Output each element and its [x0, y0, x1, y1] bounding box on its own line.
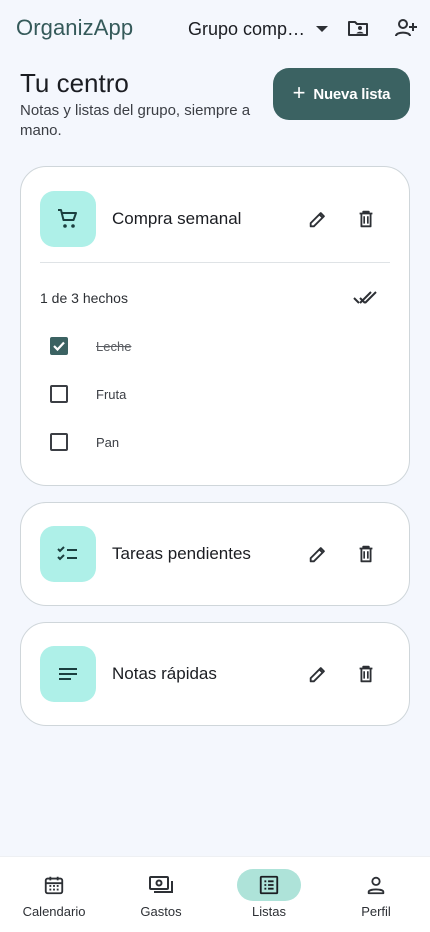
checklist-icon — [57, 546, 77, 561]
list-alt-icon — [259, 875, 279, 895]
new-list-button[interactable]: + Nueva lista — [273, 68, 410, 120]
delete-list-button[interactable] — [350, 658, 382, 690]
nav-item-listas[interactable]: Listas — [224, 857, 314, 932]
checkbox[interactable] — [50, 385, 68, 403]
top-app-bar: OrganizApp Grupo compartido — [0, 0, 430, 58]
list-title[interactable]: Notas rápidas — [112, 664, 217, 684]
trash-icon — [359, 210, 373, 228]
checkbox-checked[interactable] — [50, 337, 68, 355]
list-icon-tile — [40, 646, 96, 702]
trash-icon — [359, 665, 373, 683]
calendar-icon — [44, 876, 64, 895]
plus-icon: + — [292, 80, 306, 105]
edit-list-button[interactable] — [302, 658, 334, 690]
nav-pill — [129, 869, 193, 901]
edit-list-button[interactable] — [302, 538, 334, 570]
list-icon-tile — [40, 191, 96, 247]
nav-pill-active — [237, 869, 301, 901]
list-title[interactable]: Tareas pendientes — [112, 544, 251, 564]
nav-pill — [344, 869, 408, 901]
edit-list-button[interactable] — [302, 203, 334, 235]
list-card-tareas-pendientes[interactable]: Tareas pendientes — [20, 502, 410, 606]
progress-text: 1 de 3 hechos — [40, 290, 128, 306]
nav-label: Calendario — [22, 904, 86, 919]
checkbox[interactable] — [50, 433, 68, 451]
page-subtitle: Notas y listas del grupo, siempre a mano… — [20, 102, 251, 139]
new-list-label: Nueva lista — [313, 85, 391, 103]
group-selector[interactable]: Grupo compartido — [188, 16, 334, 42]
nav-item-calendario[interactable]: Calendario — [9, 857, 99, 932]
person-add-icon — [395, 19, 417, 37]
trash-icon — [359, 545, 373, 563]
app-brand: OrganizApp — [16, 15, 134, 40]
nav-pill — [22, 869, 86, 901]
payments-icon — [149, 876, 173, 893]
list-item-label: Fruta — [96, 386, 127, 402]
pencil-icon — [309, 667, 325, 683]
list-card-compra-semanal[interactable]: Compra semanal 1 de 3 hechos Leche Fruta… — [20, 166, 410, 486]
shopping-cart-icon — [58, 209, 77, 228]
check-icon — [53, 341, 65, 352]
pencil-icon — [309, 547, 325, 563]
folder-shared-icon — [348, 21, 368, 36]
nav-label: Perfil — [361, 904, 391, 919]
nav-label: Gastos — [140, 904, 182, 919]
add-member-button[interactable] — [392, 14, 420, 42]
list-item[interactable]: Leche — [50, 334, 131, 358]
bottom-navigation: Calendario Gastos Listas Perfil — [0, 856, 430, 932]
list-item[interactable]: Pan — [50, 430, 119, 454]
delete-list-button[interactable] — [350, 538, 382, 570]
card-divider — [40, 262, 390, 263]
page-title: Tu centro — [20, 68, 129, 98]
person-icon — [367, 876, 385, 895]
nav-item-perfil[interactable]: Perfil — [331, 857, 421, 932]
list-item-label: Pan — [96, 434, 120, 450]
chevron-down-icon — [316, 26, 328, 32]
list-item-label: Leche — [96, 338, 132, 354]
list-item[interactable]: Fruta — [50, 382, 126, 406]
nav-item-gastos[interactable]: Gastos — [116, 857, 206, 932]
pencil-icon — [309, 212, 325, 228]
done-all-icon — [353, 291, 377, 304]
folder-shared-button[interactable] — [344, 14, 372, 42]
mark-all-done-button[interactable] — [350, 282, 382, 314]
list-title[interactable]: Compra semanal — [112, 209, 241, 229]
list-card-notas-rapidas[interactable]: Notas rápidas — [20, 622, 410, 726]
group-selector-label: Grupo compartido — [188, 18, 308, 39]
delete-list-button[interactable] — [350, 203, 382, 235]
notes-icon — [59, 668, 77, 680]
nav-label: Listas — [252, 904, 286, 919]
list-icon-tile — [40, 526, 96, 582]
